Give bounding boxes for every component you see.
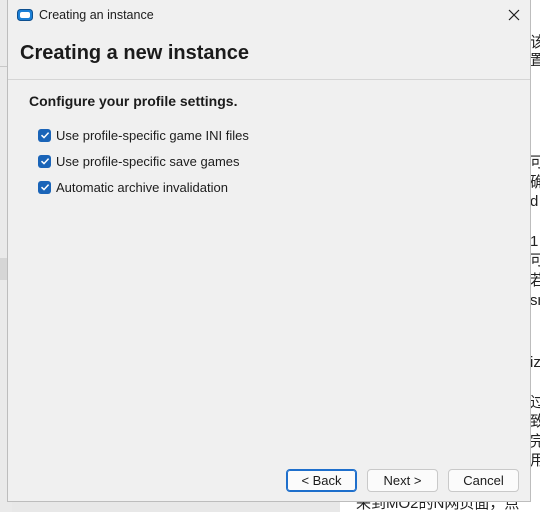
background-text: sr [530, 292, 540, 309]
background-text: 若 [530, 272, 540, 289]
background-text: 用 [530, 452, 540, 469]
section-title: Configure your profile settings. [29, 93, 238, 109]
cancel-button[interactable]: Cancel [448, 469, 519, 492]
background-text: 过 [530, 394, 540, 411]
background-text: 可 [530, 252, 540, 269]
background-text: 该 [530, 34, 540, 51]
background-text: 置 [530, 52, 540, 69]
option-label: Automatic archive invalidation [56, 179, 228, 195]
checkbox[interactable] [38, 180, 51, 194]
option-label: Use profile-specific save games [56, 153, 240, 169]
close-icon [508, 9, 520, 21]
option-label: Use profile-specific game INI files [56, 127, 249, 143]
checkmark-icon [40, 184, 49, 191]
title-bar: Creating an instance [8, 0, 530, 32]
next-button[interactable]: Next > [367, 469, 438, 492]
page-title: Creating a new instance [20, 42, 249, 64]
background-text: 致 [530, 413, 540, 430]
window-title: Creating an instance [39, 8, 154, 22]
instance-wizard-dialog: Creating an instance Creating a new inst… [7, 0, 531, 502]
checkmark-icon [40, 132, 49, 139]
back-button[interactable]: < Back [286, 469, 357, 492]
checkbox[interactable] [38, 128, 51, 142]
checkmark-icon [40, 158, 49, 165]
option-archive-invalidation[interactable]: Automatic archive invalidation [38, 178, 228, 196]
app-icon [17, 9, 33, 21]
background-text: d [530, 193, 539, 210]
background-text: 1 [530, 233, 539, 250]
header-divider [8, 79, 530, 80]
background-text: 可 [530, 154, 540, 171]
background-text: 完 [530, 433, 540, 450]
background-text: 确 [530, 174, 540, 191]
background-text: iz [530, 354, 540, 371]
option-profile-ini[interactable]: Use profile-specific game INI files [38, 126, 249, 144]
checkbox[interactable] [38, 154, 51, 168]
close-button[interactable] [498, 0, 530, 30]
option-profile-saves[interactable]: Use profile-specific save games [38, 152, 240, 170]
